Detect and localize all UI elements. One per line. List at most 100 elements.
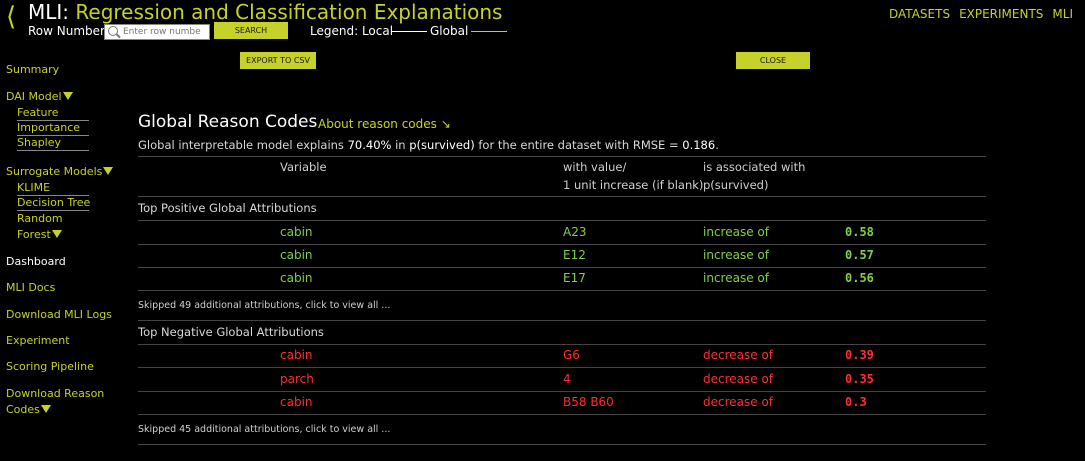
- nav-experiments[interactable]: EXPERIMENTS: [959, 7, 1043, 21]
- sidebar-item-surrogate-models[interactable]: Surrogate Models: [6, 164, 114, 179]
- pos-row-1-variable: cabin: [280, 248, 313, 262]
- pos-row-0-value: A23: [563, 225, 587, 239]
- pos-row-1-assoc: increase of: [703, 248, 769, 262]
- desc-pre: Global interpretable model explains: [138, 138, 348, 152]
- pos-row-2-value: E17: [563, 271, 586, 285]
- sidebar-item-feature[interactable]: Feature: [17, 105, 89, 121]
- sidebar-item-klime[interactable]: KLIME: [17, 180, 89, 196]
- title-text: Regression and Classification Explanatio…: [69, 0, 503, 24]
- desc-rmse: 0.186: [682, 138, 716, 152]
- sidebar-item-scoring-pipeline[interactable]: Scoring Pipeline: [6, 359, 94, 374]
- title-prefix: MLI:: [28, 0, 70, 24]
- desc-post: for the entire dataset with RMSE =: [474, 138, 683, 152]
- sidebar-item-dai-model[interactable]: DAI Model: [6, 89, 73, 104]
- divider: [138, 290, 986, 291]
- neg-row-0-assoc: decrease of: [703, 348, 774, 362]
- negative-skip-link[interactable]: Skipped 45 additional attributions, clic…: [138, 424, 390, 435]
- col-header-assoc-line1: is associated with: [703, 160, 806, 174]
- divider: [138, 414, 986, 415]
- neg-row-2-assoc: decrease of: [703, 395, 774, 409]
- divider: [138, 156, 986, 157]
- dai-model-label: DAI Model: [6, 90, 62, 103]
- nav-datasets[interactable]: DATASETS: [889, 7, 950, 21]
- neg-row-0-amount: 0.39: [845, 348, 874, 362]
- divider: [138, 320, 986, 321]
- surrogate-models-label: Surrogate Models: [6, 165, 103, 178]
- legend-global-line: [471, 31, 507, 32]
- row-number-field[interactable]: [104, 24, 210, 40]
- col-header-assoc: is associated with p(survived): [703, 158, 805, 194]
- sidebar-item-forest[interactable]: Forest: [17, 227, 62, 242]
- neg-row-1-amount: 0.35: [845, 372, 874, 386]
- sidebar-item-codes[interactable]: Codes: [6, 402, 51, 417]
- legend-global-label: Global: [430, 24, 469, 38]
- pos-row-2-assoc: increase of: [703, 271, 769, 285]
- divider: [138, 391, 986, 392]
- col-header-value-line1: with value/: [563, 160, 627, 174]
- divider: [138, 344, 986, 345]
- neg-row-2-amount: 0.3: [845, 395, 867, 409]
- divider: [138, 367, 986, 368]
- row-number-label: Row Number:: [28, 24, 109, 38]
- desc-pct: 70.40%: [347, 138, 392, 152]
- pos-row-1-amount: 0.57: [845, 248, 874, 262]
- divider: [138, 244, 986, 245]
- col-header-value-line2: 1 unit increase (if blank): [563, 178, 704, 192]
- pos-row-0-amount: 0.58: [845, 225, 874, 239]
- caret-down-icon: [103, 167, 114, 175]
- sidebar-item-experiment[interactable]: Experiment: [6, 333, 70, 348]
- neg-row-2-value: B58 B60: [563, 395, 614, 409]
- positive-section-header: Top Positive Global Attributions: [138, 201, 317, 215]
- negative-section-header: Top Negative Global Attributions: [138, 325, 324, 339]
- codes-label: Codes: [6, 403, 40, 416]
- desc-end: .: [715, 138, 719, 152]
- sidebar-item-mli-docs[interactable]: MLI Docs: [6, 280, 55, 295]
- caret-down-icon: [40, 405, 51, 413]
- caret-down-icon: [62, 92, 73, 100]
- pos-row-1-value: E12: [563, 248, 586, 262]
- sidebar-item-importance[interactable]: Importance: [17, 120, 89, 136]
- about-reason-codes-link[interactable]: About reason codes ↘: [318, 117, 451, 131]
- neg-row-1-variable: parch: [280, 372, 314, 386]
- neg-row-1-value: 4: [563, 372, 571, 386]
- col-header-value: with value/ 1 unit increase (if blank): [563, 158, 703, 194]
- neg-row-1-assoc: decrease of: [703, 372, 774, 386]
- page-title: MLI: Regression and Classification Expla…: [28, 0, 502, 24]
- col-header-assoc-line2: p(survived): [703, 178, 769, 192]
- pos-row-0-variable: cabin: [280, 225, 313, 239]
- back-chevron-icon[interactable]: ⟨: [6, 4, 16, 30]
- divider: [138, 220, 986, 221]
- row-number-input[interactable]: [123, 25, 207, 39]
- top-nav: DATASETS EXPERIMENTS MLI: [880, 7, 1073, 21]
- divider: [138, 196, 986, 197]
- neg-row-0-variable: cabin: [280, 348, 313, 362]
- nav-mli[interactable]: MLI: [1052, 7, 1073, 21]
- positive-skip-link[interactable]: Skipped 49 additional attributions, clic…: [138, 300, 390, 311]
- desc-mid: in: [391, 138, 410, 152]
- sidebar-item-summary[interactable]: Summary: [6, 62, 59, 77]
- desc-target: p(survived): [409, 138, 475, 152]
- pos-row-0-assoc: increase of: [703, 225, 769, 239]
- sidebar-item-download-reason[interactable]: Download Reason: [6, 386, 104, 401]
- neg-row-0-value: G6: [563, 348, 580, 362]
- export-to-csv-button[interactable]: EXPORT TO CSV: [240, 52, 316, 69]
- pos-row-2-amount: 0.56: [845, 271, 874, 285]
- neg-row-2-variable: cabin: [280, 395, 313, 409]
- forest-label: Forest: [17, 228, 51, 241]
- sidebar-item-download-logs[interactable]: Download MLI Logs: [6, 307, 112, 322]
- sidebar-item-random[interactable]: Random: [17, 211, 63, 226]
- search-icon: [108, 26, 118, 36]
- close-button[interactable]: CLOSE: [736, 52, 810, 69]
- search-button[interactable]: SEARCH: [214, 22, 288, 39]
- pos-row-2-variable: cabin: [280, 271, 313, 285]
- model-description: Global interpretable model explains 70.4…: [138, 138, 719, 152]
- sidebar-item-dashboard[interactable]: Dashboard: [6, 254, 66, 269]
- divider: [138, 444, 986, 445]
- legend-local-label: Legend: Local: [310, 24, 394, 38]
- sidebar-item-decision-tree[interactable]: Decision Tree: [17, 195, 90, 211]
- caret-down-icon: [51, 230, 62, 238]
- sidebar-item-shapley[interactable]: Shapley: [17, 135, 89, 151]
- divider: [138, 267, 986, 268]
- legend-local-line: [391, 31, 427, 32]
- main-title: Global Reason Codes: [138, 112, 318, 132]
